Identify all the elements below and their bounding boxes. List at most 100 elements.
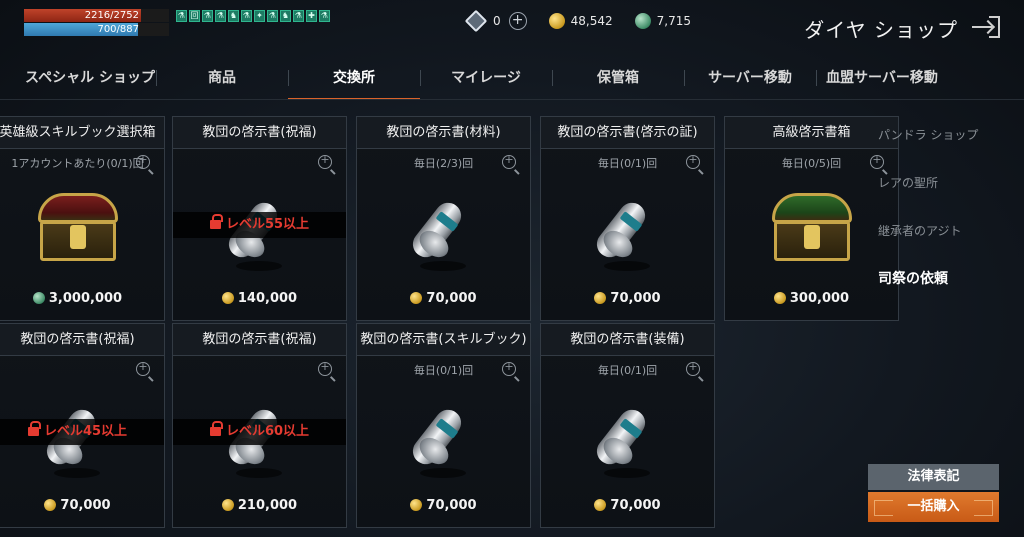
sidebar-item-2[interactable]: レアの聖所: [878, 175, 978, 223]
buff-icon[interactable]: ⚗: [215, 10, 226, 22]
buff-icon[interactable]: ♞: [280, 10, 291, 22]
status-bars: 2216/2752 700/887: [24, 9, 169, 37]
shop-item-card[interactable]: 教団の啓示書(スキルブック)毎日(0/1)回70,000: [356, 323, 531, 528]
tab-bar: スペシャル ショップ 商品 交換所 マイレージ 保管箱 サーバー移動 血盟サーバー移動: [24, 58, 964, 100]
legal-notice-button[interactable]: 法律表記: [868, 464, 999, 490]
green-coin-icon: [32, 292, 45, 304]
item-price: 3,000,000: [0, 291, 164, 306]
exit-icon[interactable]: [972, 12, 1002, 42]
buff-icon[interactable]: ⚗: [293, 10, 304, 22]
level-requirement: レベル60以上: [225, 424, 310, 439]
item-price: 70,000: [357, 291, 530, 306]
price-value: 210,000: [237, 498, 298, 513]
zoom-in-icon[interactable]: [136, 360, 150, 376]
level-lock-banner: レベル55以上: [173, 212, 346, 238]
item-title: 教団の啓示書(祝福): [0, 324, 164, 356]
buff-icon[interactable]: 回: [189, 10, 200, 22]
item-title: 教団の啓示書(啓示の証): [541, 117, 714, 149]
diamond-currency: 0 +: [464, 9, 527, 33]
buff-icon[interactable]: ⚗: [176, 10, 187, 22]
tab-6[interactable]: サーバー移動: [684, 58, 816, 98]
buff-icon[interactable]: ⚗: [319, 10, 330, 22]
scroll-icon: [407, 189, 474, 271]
gold-currency: 48,542: [548, 13, 613, 29]
item-title: 教団の啓示書(装備): [541, 324, 714, 356]
price-value: 140,000: [237, 291, 298, 306]
price-value: 3,000,000: [48, 291, 123, 306]
buff-icon[interactable]: ♞: [228, 10, 239, 22]
shop-item-card[interactable]: 教団の啓示書(装備)毎日(0/1)回70,000: [540, 323, 715, 528]
item-price: 70,000: [541, 498, 714, 513]
shop-item-card[interactable]: 英雄級スキルブック選択箱1アカウントあたり(0/1)回3,000,000: [0, 116, 165, 321]
tab-3[interactable]: 交換所: [288, 58, 420, 100]
padlock-icon: [209, 421, 223, 436]
treasure-chest-icon: [770, 189, 854, 267]
exit-icon-arrow: [972, 26, 992, 28]
scroll-icon: [591, 189, 658, 271]
item-price: 210,000: [173, 498, 346, 513]
item-price: 70,000: [0, 498, 164, 513]
item-title: 教団の啓示書(祝福): [173, 117, 346, 149]
scroll-icon: [591, 396, 658, 478]
diamond-icon: [464, 9, 488, 33]
zoom-in-icon[interactable]: [318, 153, 332, 169]
shop-item-card[interactable]: 教団の啓示書(祝福) レベル60以上 210,000: [172, 323, 347, 528]
tab-divider: [0, 99, 1024, 100]
zoom-in-icon[interactable]: [136, 153, 150, 169]
tab-4[interactable]: マイレージ: [420, 58, 552, 98]
hp-bar: 2216/2752: [24, 9, 169, 22]
level-lock-banner: レベル45以上: [0, 419, 164, 445]
price-value: 70,000: [610, 291, 661, 306]
item-price: 140,000: [173, 291, 346, 306]
gold-coin-icon: [44, 499, 57, 511]
buff-icon[interactable]: ⚗: [267, 10, 278, 22]
zoom-in-icon[interactable]: [502, 360, 516, 376]
price-value: 70,000: [426, 498, 477, 513]
price-value: 300,000: [789, 291, 850, 306]
tab-5[interactable]: 保管箱: [552, 58, 684, 98]
item-price: 70,000: [357, 498, 530, 513]
shop-item-card[interactable]: 高級啓示書箱毎日(0/5)回300,000: [724, 116, 899, 321]
bulk-purchase-button[interactable]: 一括購入: [868, 492, 999, 522]
zoom-in-icon[interactable]: [686, 153, 700, 169]
zoom-in-icon[interactable]: [318, 360, 332, 376]
add-diamond-icon[interactable]: +: [508, 12, 527, 30]
currency-bar: 0 + 48,542 7,715: [464, 9, 713, 33]
level-requirement: レベル45以上: [43, 424, 128, 439]
level-lock-banner: レベル60以上: [173, 419, 346, 445]
green-currency: 7,715: [634, 13, 691, 29]
zoom-in-icon[interactable]: [502, 153, 516, 169]
gold-coin-icon: [594, 292, 607, 304]
item-price: 70,000: [541, 291, 714, 306]
tab-1[interactable]: スペシャル ショップ: [24, 58, 156, 98]
buff-icon[interactable]: ✦: [254, 10, 265, 22]
shop-item-card[interactable]: 教団の啓示書(祝福) レベル55以上 140,000: [172, 116, 347, 321]
shop-item-card[interactable]: 教団の啓示書(啓示の証)毎日(0/1)回70,000: [540, 116, 715, 321]
sidebar-item-4[interactable]: 司祭の依頼: [878, 271, 978, 319]
buff-icon[interactable]: ⚗: [202, 10, 213, 22]
treasure-chest-icon: [36, 189, 120, 267]
page-title: ダイヤ ショップ: [804, 18, 958, 42]
padlock-icon: [27, 421, 41, 436]
scroll-icon: [407, 396, 474, 478]
buff-icons[interactable]: ⚗ 回 ⚗ ⚗ ♞ ⚗ ✦ ⚗ ♞ ⚗ ✚ ⚗: [176, 10, 330, 22]
zoom-in-icon[interactable]: [686, 360, 700, 376]
buff-icon[interactable]: ✚: [306, 10, 317, 22]
gold-coin-icon: [410, 499, 423, 511]
gold-amount: 48,542: [570, 14, 613, 28]
mp-value: 700/887: [97, 24, 139, 35]
gold-coin-icon: [773, 292, 786, 304]
buff-icon[interactable]: ⚗: [241, 10, 252, 22]
gold-coin-icon: [548, 13, 565, 29]
item-title: 教団の啓示書(材料): [357, 117, 530, 149]
diamond-amount: 0: [493, 14, 501, 28]
tab-2[interactable]: 商品: [156, 58, 288, 98]
shop-item-card[interactable]: 教団の啓示書(祝福) レベル45以上 70,000: [0, 323, 165, 528]
tab-7[interactable]: 血盟サーバー移動: [816, 58, 948, 98]
sidebar-item-3[interactable]: 継承者のアジト: [878, 223, 978, 271]
sidebar-item-1[interactable]: パンドラ ショップ: [878, 127, 978, 175]
item-title: 高級啓示書箱: [725, 117, 898, 149]
item-title: 英雄級スキルブック選択箱: [0, 117, 164, 149]
shop-item-card[interactable]: 教団の啓示書(材料)毎日(2/3)回70,000: [356, 116, 531, 321]
category-sidebar: パンドラ ショップ レアの聖所 継承者のアジト 司祭の依頼: [878, 127, 978, 319]
